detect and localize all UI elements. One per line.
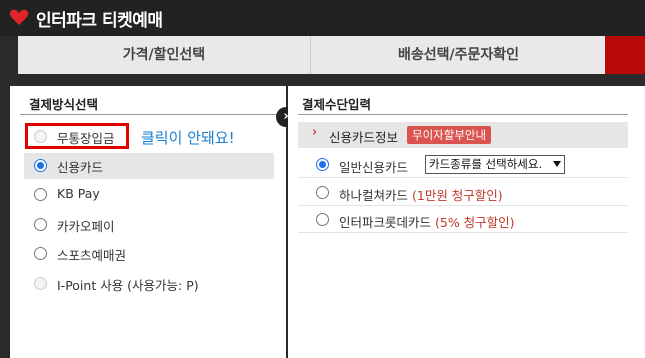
kakao-pay-radio[interactable]: [34, 218, 47, 231]
credit-card-label: 신용카드: [57, 160, 104, 175]
i-point-radio: [34, 277, 47, 290]
step-tabs: 가격/할인선택 배송선택/주문자확인: [18, 36, 645, 74]
kb-pay-label: KB Pay: [57, 186, 100, 201]
tab-delivery-orderer[interactable]: 배송선택/주문자확인: [312, 36, 605, 74]
kakao-pay-label: 카카오페이: [57, 219, 115, 234]
hana-promo-text: (1만원 청구할인): [412, 188, 503, 203]
payment-method-panel: 결제방식선택 무통장입금 클릭이 안돼요! 신용카드 KB Pay 카카오페이 …: [10, 86, 286, 358]
option-i-point: I-Point 사용 (사용가능: P): [24, 271, 274, 297]
general-card-radio[interactable]: [316, 158, 329, 171]
interpark-lotte-card-label: 인터파크롯데카드 (5% 청구할인): [339, 215, 515, 230]
lotte-promo-text: (5% 청구할인): [435, 215, 515, 230]
divider: [298, 114, 628, 115]
general-card-label: 일반신용카드: [339, 160, 409, 175]
payment-method-title: 결제방식선택: [29, 97, 99, 112]
top-header: 인터파크 티켓예매: [0, 0, 645, 36]
brand-title: 인터파크 티켓예매: [36, 11, 163, 31]
card-info-header: › 신용카드정보 무이자할부안내: [298, 122, 628, 148]
divider: [20, 114, 286, 115]
hana-culture-card-label: 하나컬쳐카드 (1만원 청구할인): [339, 188, 503, 203]
installment-info-button[interactable]: 무이자할부안내: [407, 126, 492, 144]
option-credit-card[interactable]: 신용카드: [24, 153, 274, 179]
interpark-lotte-card-radio[interactable]: [316, 213, 329, 226]
hana-culture-card-radio[interactable]: [316, 186, 329, 199]
chevron-down-icon: [553, 161, 561, 167]
payment-input-title: 결제수단입력: [302, 97, 372, 112]
option-kb-pay[interactable]: KB Pay: [24, 182, 274, 208]
heart-logo-icon: [9, 9, 29, 25]
sports-voucher-label: 스포츠예매권: [57, 248, 127, 263]
chevron-right-small-icon: ›: [312, 125, 318, 140]
step-indicator: [605, 36, 645, 74]
card-info-label: 신용카드정보: [329, 130, 399, 145]
credit-card-radio[interactable]: [34, 159, 47, 172]
option-hana-culture-card[interactable]: 하나컬쳐카드 (1만원 청구할인): [298, 180, 628, 206]
kb-pay-radio[interactable]: [34, 188, 47, 201]
tab-price-discount[interactable]: 가격/할인선택: [18, 36, 311, 74]
i-point-label: I-Point 사용 (사용가능: P): [57, 278, 199, 293]
card-type-select-value: 카드종류를 선택하세요.: [429, 157, 543, 171]
highlight-box: [25, 123, 129, 149]
option-sports-voucher[interactable]: 스포츠예매권: [24, 241, 274, 267]
sports-voucher-radio[interactable]: [34, 247, 47, 260]
annotation-note: 클릭이 안돼요!: [141, 129, 235, 147]
option-general-card[interactable]: 일반신용카드 카드종류를 선택하세요.: [298, 152, 628, 178]
payment-input-panel: 결제수단입력 › 신용카드정보 무이자할부안내 일반신용카드 카드종류를 선택하…: [288, 86, 645, 358]
card-type-select[interactable]: 카드종류를 선택하세요.: [425, 155, 565, 174]
option-kakao-pay[interactable]: 카카오페이: [24, 212, 274, 238]
option-interpark-lotte-card[interactable]: 인터파크롯데카드 (5% 청구할인): [298, 207, 628, 233]
